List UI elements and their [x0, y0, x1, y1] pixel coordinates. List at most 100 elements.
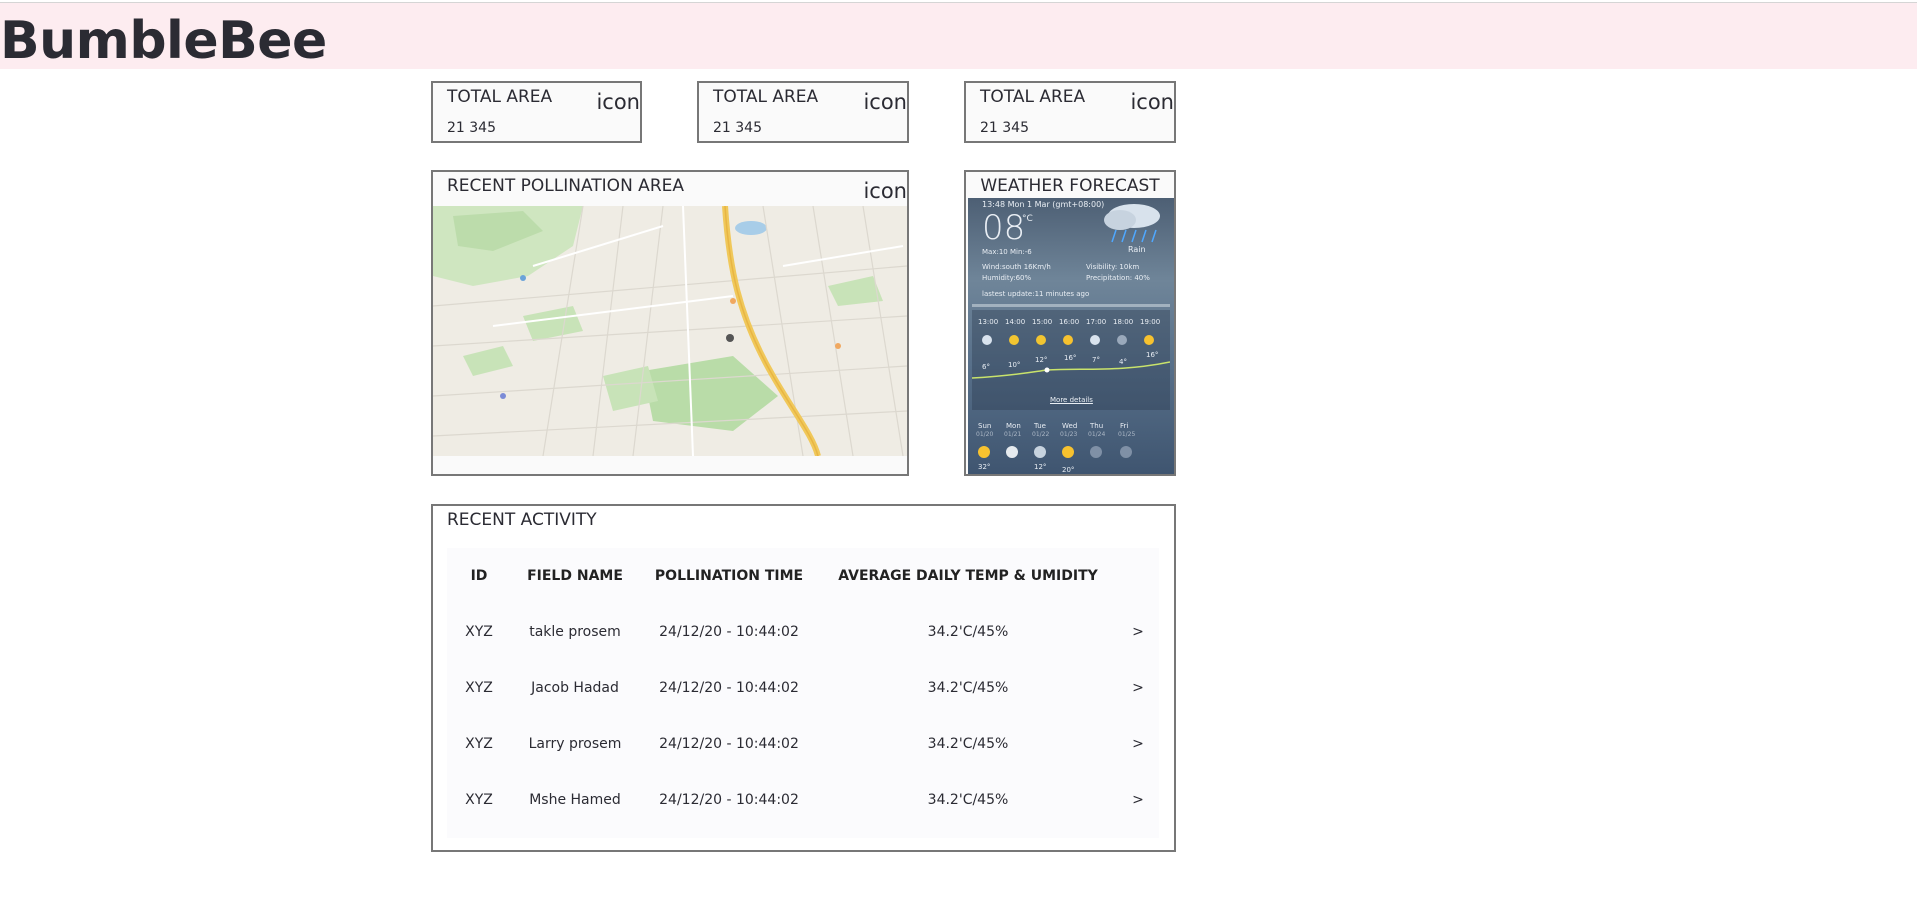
- day-date: 01/25: [1118, 431, 1136, 438]
- weather-condition: Rain: [1128, 245, 1146, 254]
- day-name: Mon: [1006, 422, 1021, 430]
- cell-average-temp: 34.2'C/45%: [927, 680, 1009, 696]
- hour-label: 14:00: [1005, 318, 1026, 326]
- cell-id: XYZ: [465, 624, 493, 640]
- cell-pollination-time: 24/12/20 - 10:44:02: [659, 792, 799, 808]
- table-row[interactable]: XYZ takle prosem 24/12/20 - 10:44:02 34.…: [447, 604, 1159, 660]
- hour-temp: 16°: [1146, 351, 1159, 359]
- hour-temp: 16°: [1064, 354, 1077, 362]
- hour-temp: 4°: [1119, 358, 1127, 366]
- stat-card-value: 21 345: [980, 120, 1029, 136]
- hour-temp: 6°: [982, 363, 990, 371]
- weather-widget: 13:48 Mon 1 Mar (gmt+08:00) 08 °C Rain M…: [968, 198, 1174, 474]
- cell-pollination-time: 24/12/20 - 10:44:02: [659, 624, 799, 640]
- weather-forecast-card: WEATHER FORECAST 13:48 Mon 1 Mar (gmt+08…: [964, 170, 1176, 476]
- app-header: BumbleBee: [0, 3, 1917, 71]
- day-date: 01/23: [1060, 431, 1078, 438]
- sun-icon: [978, 446, 990, 458]
- day-name: Thu: [1090, 422, 1104, 430]
- hour-label: 17:00: [1086, 318, 1107, 326]
- column-header-id: ID: [470, 568, 488, 584]
- day-date: 01/24: [1088, 431, 1106, 438]
- map-icon: icon: [863, 179, 907, 203]
- day-date: 01/20: [976, 431, 994, 438]
- cell-average-temp: 34.2'C/45%: [927, 792, 1009, 808]
- table-row[interactable]: XYZ Jacob Hadad 24/12/20 - 10:44:02 34.2…: [447, 660, 1159, 716]
- activity-table: ID FIELD NAME POLLINATION TIME AVERAGE D…: [447, 548, 1159, 838]
- weather-temp: 08: [982, 208, 1026, 248]
- weather-wind: Wind:south 16Km/h: [982, 263, 1051, 271]
- hour-label: 19:00: [1140, 318, 1161, 326]
- column-header-pollination-time: POLLINATION TIME: [654, 568, 804, 584]
- weather-maxmin: Max:10 Min:-6: [982, 248, 1032, 256]
- sun-icon: [1063, 335, 1073, 345]
- cell-field-name: takle prosem: [529, 624, 621, 640]
- map-graphic: [433, 206, 907, 456]
- hour-temp: 10°: [1008, 361, 1021, 369]
- rain-icon: [1117, 335, 1127, 345]
- more-details-link[interactable]: More details: [1050, 396, 1093, 404]
- day-name: Sun: [978, 422, 992, 430]
- day-temp: 32°: [978, 463, 991, 471]
- stat-card-total-area-2: TOTAL AREA icon 21 345: [697, 81, 909, 143]
- area-icon: icon: [863, 90, 907, 114]
- rain-cloud-icon: [1104, 204, 1160, 243]
- stat-card-value: 21 345: [447, 120, 496, 136]
- cloud-icon: [982, 335, 992, 345]
- pollination-area-card: RECENT POLLINATION AREA icon: [431, 170, 909, 476]
- storm-icon: [1090, 446, 1102, 458]
- row-chevron-icon[interactable]: >: [1117, 604, 1159, 660]
- column-header-action: [1117, 548, 1159, 604]
- weather-precipitation: Precipitation: 40%: [1086, 274, 1150, 282]
- recent-activity-card: RECENT ACTIVITY ID FIELD NAME POLLINATIO…: [431, 504, 1176, 852]
- cell-id: XYZ: [465, 680, 493, 696]
- weather-humidity: Humidity:60%: [982, 274, 1032, 282]
- hour-label: 15:00: [1032, 318, 1053, 326]
- sun-icon: [1062, 446, 1074, 458]
- day-date: 01/21: [1004, 431, 1022, 438]
- area-icon: icon: [1130, 90, 1174, 114]
- daily-weather-icons: [978, 446, 1132, 458]
- storm-icon: [1120, 446, 1132, 458]
- table-row[interactable]: XYZ Larry prosem 24/12/20 - 10:44:02 34.…: [447, 716, 1159, 772]
- row-chevron-icon[interactable]: >: [1117, 716, 1159, 772]
- weather-updated: lastest update:11 minutes ago: [982, 290, 1090, 298]
- row-chevron-icon[interactable]: >: [1117, 660, 1159, 716]
- cell-pollination-time: 24/12/20 - 10:44:02: [659, 680, 799, 696]
- weather-divider: [972, 304, 1170, 307]
- day-temp: 12°: [1034, 463, 1047, 471]
- cloud-icon: [1006, 446, 1018, 458]
- weather-visibility: Visibility: 10km: [1086, 263, 1140, 271]
- sun-icon: [1144, 335, 1154, 345]
- table-header-row: ID FIELD NAME POLLINATION TIME AVERAGE D…: [447, 548, 1159, 604]
- partly-sunny-icon: [1009, 335, 1019, 345]
- weather-forecast-title: WEATHER FORECAST: [980, 176, 1160, 196]
- cell-average-temp: 34.2'C/45%: [927, 624, 1009, 640]
- partly-sunny-icon: [1036, 335, 1046, 345]
- app-brand: BumbleBee: [0, 11, 327, 71]
- stat-card-title: TOTAL AREA: [980, 87, 1086, 107]
- cell-field-name: Jacob Hadad: [531, 680, 619, 696]
- column-header-average-temp: AVERAGE DAILY TEMP & UMIDITY: [838, 568, 1098, 584]
- column-header-field-name: FIELD NAME: [527, 568, 623, 584]
- area-icon: icon: [596, 90, 640, 114]
- table-row[interactable]: XYZ Mshe Hamed 24/12/20 - 10:44:02 34.2'…: [447, 772, 1159, 828]
- day-name: Fri: [1120, 422, 1129, 430]
- pollination-map[interactable]: [433, 206, 907, 456]
- cell-field-name: Mshe Hamed: [529, 792, 621, 808]
- cell-id: XYZ: [465, 792, 493, 808]
- cloud-icon: [1090, 335, 1100, 345]
- stat-card-value: 21 345: [713, 120, 762, 136]
- rain-icon: [1034, 446, 1046, 458]
- day-name: Tue: [1034, 422, 1046, 430]
- hour-temp: 7°: [1092, 356, 1100, 364]
- row-chevron-icon[interactable]: >: [1117, 772, 1159, 828]
- hour-label: 13:00: [978, 318, 999, 326]
- day-name: Wed: [1062, 422, 1078, 430]
- stat-card-title: TOTAL AREA: [447, 87, 553, 107]
- cell-pollination-time: 24/12/20 - 10:44:02: [659, 736, 799, 752]
- hourly-temp-chart: [972, 335, 1170, 379]
- hour-temp: 12°: [1035, 356, 1048, 364]
- day-date: 01/22: [1032, 431, 1050, 438]
- recent-activity-title: RECENT ACTIVITY: [447, 510, 597, 530]
